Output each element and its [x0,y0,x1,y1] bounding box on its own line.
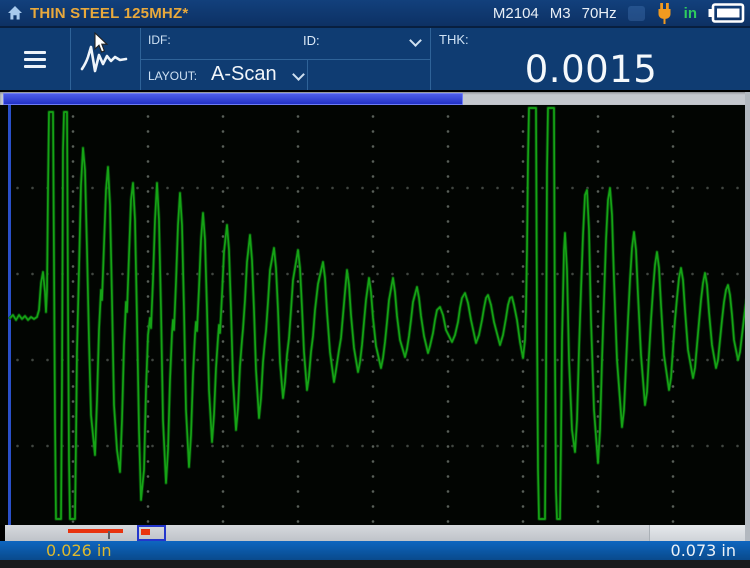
bottom-filler [0,560,750,568]
zoom-scrollbar[interactable] [0,92,750,105]
layout-chevron-down-icon [292,68,305,81]
home-icon[interactable] [7,5,23,21]
id-chevron-down-icon [409,34,422,47]
range-min: 0.026 in [46,541,111,560]
unit-indicator: in [684,5,697,22]
waveform-icon [80,41,132,77]
thickness-readout: THK: 0.0015 [430,28,750,90]
idf-label: IDF: [148,33,171,47]
toolbar-empty-cell [307,60,431,90]
scrollbar-thumb[interactable] [3,93,463,105]
gate-strip-thumb [649,525,745,541]
id-label: ID: [303,33,320,48]
ascan-display [0,105,750,525]
range-max: 0.073 in [671,541,736,560]
gate-red-line [68,529,123,533]
freeze-icon [628,6,645,21]
measure-mode: M3 [550,5,571,22]
gate-tick [108,531,110,539]
usb-power-icon [656,3,673,24]
update-rate: 70Hz [582,5,617,22]
layout-value: A-Scan [211,63,277,86]
probe-model: M2104 [493,5,539,22]
zoom-window-box[interactable] [137,525,166,541]
hamburger-icon [24,51,46,68]
waveform-trace [0,105,750,525]
gate-strip [5,525,745,541]
range-bar: 0.026 in 0.073 in [0,541,750,560]
toolbar: IDF: ID: LAYOUT: A-Scan THK: 0.0015 [0,28,750,90]
thk-value: 0.0015 [431,48,750,91]
file-title: THIN STEEL 125MHZ* [30,5,188,22]
status-bar: THIN STEEL 125MHZ* M2104 M3 70Hz in [0,0,750,28]
id-file-dropdown[interactable]: IDF: ID: [140,28,431,60]
thk-label: THK: [439,32,469,47]
status-indicators: M2104 M3 70Hz in [493,3,750,24]
screen-right-edge [745,92,750,541]
menu-button[interactable] [0,28,70,90]
zoom-window-marker [141,529,150,535]
layout-dropdown[interactable]: LAYOUT: A-Scan [140,60,308,90]
layout-label: LAYOUT: [148,69,197,83]
ascan-view-button[interactable] [70,28,140,90]
battery-icon [708,3,745,23]
